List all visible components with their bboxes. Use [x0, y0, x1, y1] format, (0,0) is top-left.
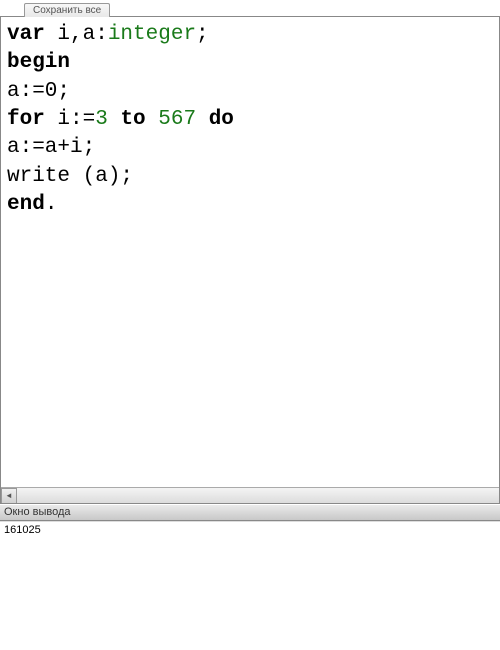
code-text: ;: [196, 23, 209, 46]
code-text: [146, 108, 159, 131]
keyword-var: var: [7, 23, 45, 46]
keyword-for: for: [7, 108, 45, 131]
code-text: i,a:: [45, 23, 108, 46]
keyword-do: do: [209, 108, 234, 131]
code-text: i:=: [45, 108, 95, 131]
output-panel: Окно вывода 161025: [0, 504, 500, 650]
horizontal-scrollbar[interactable]: ◄: [1, 487, 499, 503]
code-text: .: [45, 193, 58, 216]
keyword-begin: begin: [7, 51, 70, 74]
code-text: [196, 108, 209, 131]
output-empty-area: [0, 539, 500, 649]
output-value: 161025: [0, 521, 500, 539]
tab-save-all[interactable]: Сохранить все: [24, 3, 110, 17]
code-text: [108, 108, 121, 131]
type-integer: integer: [108, 23, 196, 46]
keyword-end: end: [7, 193, 45, 216]
code-text: a:=a+i;: [7, 136, 95, 159]
output-panel-header: Окно вывода: [0, 504, 500, 521]
number-literal: 567: [158, 108, 196, 131]
number-literal: 3: [95, 108, 108, 131]
code-text: a:=0;: [7, 80, 70, 103]
code-text: write (a);: [7, 165, 133, 188]
code-editor-container: var i,a:integer; begin a:=0; for i:=3 to…: [0, 16, 500, 504]
scroll-left-arrow-icon[interactable]: ◄: [1, 488, 17, 504]
tab-bar: Сохранить все: [24, 0, 110, 18]
keyword-to: to: [120, 108, 145, 131]
code-editor[interactable]: var i,a:integer; begin a:=0; for i:=3 to…: [1, 17, 499, 223]
